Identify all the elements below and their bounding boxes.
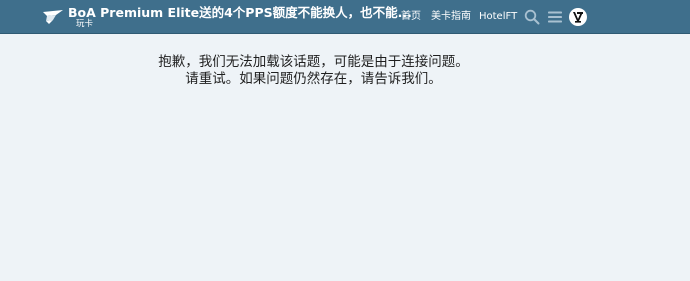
nav-home-link[interactable]: 首页 — [401, 11, 421, 23]
error-message-line-2: 请重试。如果问题仍然存在，请告诉我们。 — [185, 71, 442, 87]
paper-plane-icon[interactable] — [42, 9, 64, 25]
user-avatar[interactable] — [569, 8, 587, 26]
search-icon[interactable] — [524, 9, 540, 25]
avatar-glyph-icon — [569, 8, 587, 26]
nav-us-card-guide-link[interactable]: 美卡指南 — [431, 11, 471, 23]
error-message-line-1: 抱歉，我们无法加载该话题，可能是由于连接问题。 — [158, 54, 469, 70]
nav-hotelft-link[interactable]: HotelFT — [479, 11, 517, 23]
category-badge[interactable]: 玩卡 — [76, 19, 93, 30]
site-header: BoA Premium Elite送的4个PPS额度不能换人，也不能... 玩卡… — [0, 0, 690, 34]
hamburger-icon[interactable] — [547, 9, 563, 25]
topic-load-error: 抱歉，我们无法加载该话题，可能是由于连接问题。 请重试。如果问题仍然存在，请告诉… — [100, 54, 527, 88]
topic-title[interactable]: BoA Premium Elite送的4个PPS额度不能换人，也不能... — [68, 5, 412, 20]
